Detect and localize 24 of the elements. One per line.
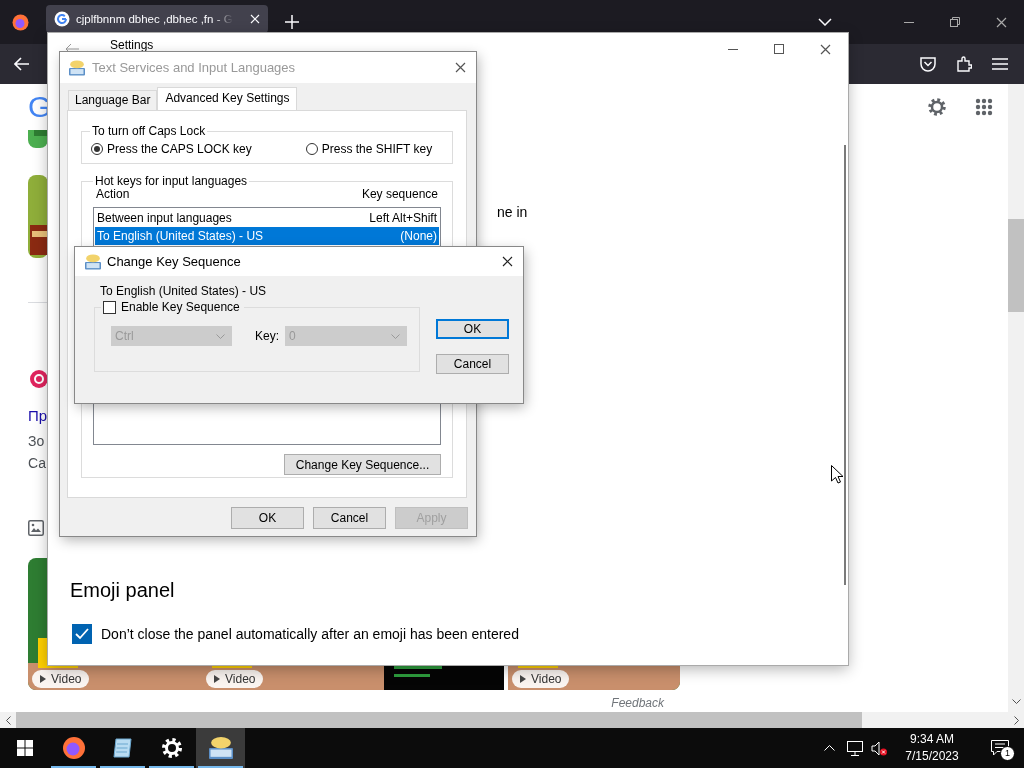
subject-text: To English (United States) - US <box>100 284 268 298</box>
radio-label: Press the CAPS LOCK key <box>107 142 252 156</box>
checkbox-label: Enable Key Sequence <box>121 300 240 314</box>
tab-title: cjplfbnnm dbhec ,dbhec ,fn - G <box>76 13 233 25</box>
list-cell-text: Left Alt+Shift <box>369 210 437 227</box>
badge-text: Video <box>531 672 562 686</box>
list-cell-text: To English (United States) - US <box>97 228 264 245</box>
column-header: Key sequence <box>361 188 438 203</box>
field-label: Key: <box>255 329 279 343</box>
notification-count: 1 <box>1000 746 1015 761</box>
badge-text: Video <box>51 672 82 686</box>
section-heading: Emoji panel <box>70 579 175 602</box>
window-title: Settings <box>110 39 154 51</box>
result-text: Зо <box>28 432 45 451</box>
group-label: To turn off Caps Lock <box>91 124 207 138</box>
group-label: Hot keys for input languages <box>94 174 249 188</box>
list-cell-text: Between input languages <box>97 210 232 227</box>
radio-label: Press the SHIFT key <box>321 142 433 156</box>
list-cell-text: (None) <box>400 228 437 245</box>
window-title: Change Key Sequence <box>107 254 241 269</box>
result-text: Са <box>28 454 47 473</box>
body-text: ne in <box>497 204 528 220</box>
column-header: Action <box>96 188 130 203</box>
window-title: Text Services and Input Languages <box>92 60 296 75</box>
